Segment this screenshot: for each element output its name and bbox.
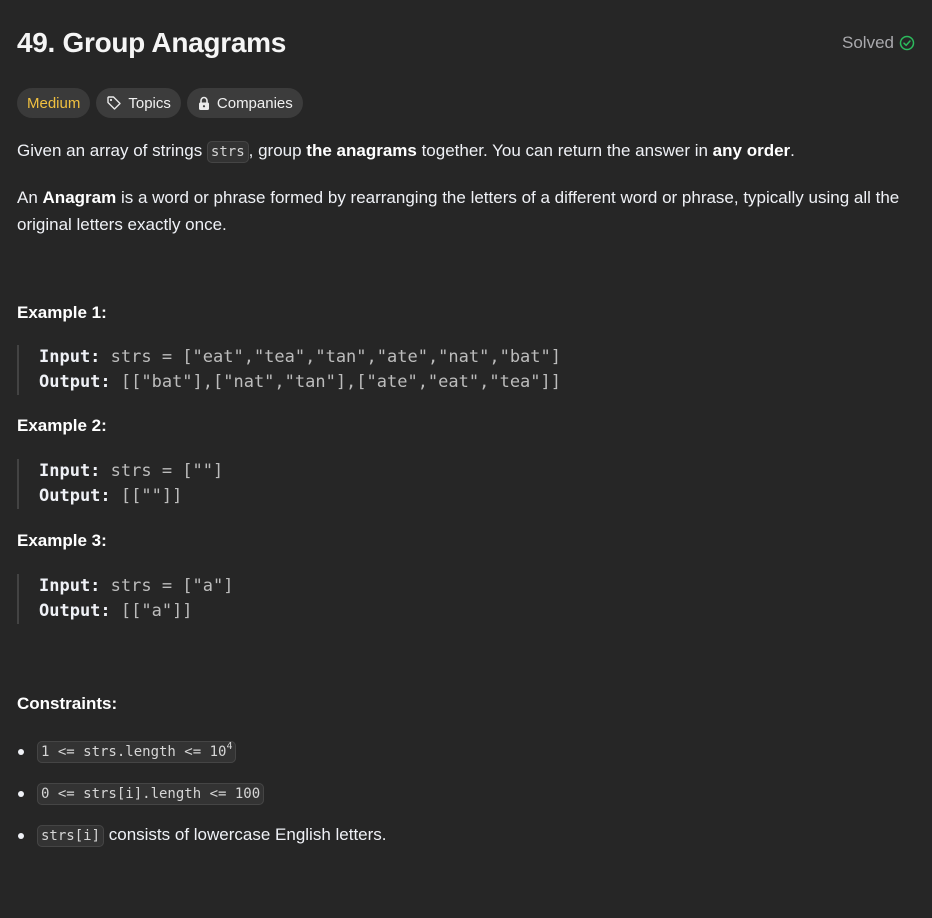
output-label: Output: [39,372,111,392]
problem-statement: Given an array of strings strs, group th… [17,137,915,238]
input-label: Input: [39,461,101,481]
output-label: Output: [39,486,111,506]
example-input-line: Input: strs = [""] [39,459,915,484]
companies-button[interactable]: Companies [186,88,303,118]
input-label: Input: [39,347,101,367]
text: consists of lowercase English letters. [104,825,387,844]
bold-text: any order [712,141,791,160]
inline-code: 1 <= strs.length <= 104 [37,741,237,763]
list-item: 1 <= strs.length <= 104 [17,739,915,764]
output-value: [["a"]] [110,601,193,621]
text: , group [248,141,307,160]
tag-icon [106,95,122,111]
input-value: strs = [""] [100,461,224,481]
tag-row: Medium Topics Companies [17,88,915,118]
list-item: 0 <= strs[i].length <= 100 [17,781,915,806]
check-circle-icon [899,35,915,51]
text: together. You can return the answer in [416,141,713,160]
difficulty-label: Medium [27,94,81,112]
example-title: Example 1: [17,303,107,322]
constraints-list: 1 <= strs.length <= 104 0 <= strs[i].len… [17,739,915,848]
list-item: strs[i] consists of lowercase English le… [17,823,915,848]
output-value: [["bat"],["nat","tan"],["ate","eat","tea… [110,372,561,392]
difficulty-badge: Medium [17,88,91,118]
output-value: [[""]] [110,486,183,506]
problem-title[interactable]: 49. Group Anagrams [17,26,286,60]
constraints-title: Constraints: [17,694,118,713]
constraints-section: Constraints: 1 <= strs.length <= 104 0 <… [17,693,915,848]
anagram-definition: An Anagram is a word or phrase formed by… [17,184,915,238]
inline-code: strs [206,141,249,163]
example-output-line: Output: [[""]] [39,484,915,509]
example-output-line: Output: [["bat"],["nat","tan"],["ate","e… [39,370,915,395]
example-code-block: Input: strs = [""] Output: [[""]] [17,459,915,509]
topics-button[interactable]: Topics [96,88,181,118]
input-value: strs = ["eat","tea","tan","ate","nat","b… [100,347,561,367]
bold-text: the anagrams [306,141,417,160]
example-1: Example 1: Input: strs = ["eat","tea","t… [17,302,915,395]
input-label: Input: [39,576,101,596]
example-output-line: Output: [["a"]] [39,599,915,624]
bold-text: Anagram [42,188,117,207]
example-title: Example 2: [17,416,107,435]
example-code-block: Input: strs = ["eat","tea","tan","ate","… [17,345,915,395]
text: An [17,188,43,207]
example-title: Example 3: [17,531,107,550]
lock-icon [197,96,211,111]
problem-header: 49. Group Anagrams Solved [17,0,915,88]
input-value: strs = ["a"] [100,576,234,596]
topics-label: Topics [128,94,171,112]
text: . [790,141,795,160]
companies-label: Companies [216,94,293,112]
example-code-block: Input: strs = ["a"] Output: [["a"]] [17,574,915,624]
superscript: 4 [226,741,233,752]
inline-code: 0 <= strs[i].length <= 100 [37,783,265,805]
text: Given an array of strings [17,141,207,160]
statement-paragraph: Given an array of strings strs, group th… [17,137,915,166]
output-label: Output: [39,601,111,621]
example-input-line: Input: strs = ["eat","tea","tan","ate","… [39,345,915,370]
example-2: Example 2: Input: strs = [""] Output: [[… [17,415,915,509]
example-input-line: Input: strs = ["a"] [39,574,915,599]
code-text: 1 <= strs.length <= 10 [41,744,227,760]
text: is a word or phrase formed by rearrangin… [17,188,900,234]
inline-code: strs[i] [37,825,105,847]
solved-label: Solved [842,33,894,52]
example-3: Example 3: Input: strs = ["a"] Output: [… [17,530,915,624]
problem-description: 49. Group Anagrams Solved Medium Topics [17,0,915,848]
solved-status: Solved [842,32,915,54]
